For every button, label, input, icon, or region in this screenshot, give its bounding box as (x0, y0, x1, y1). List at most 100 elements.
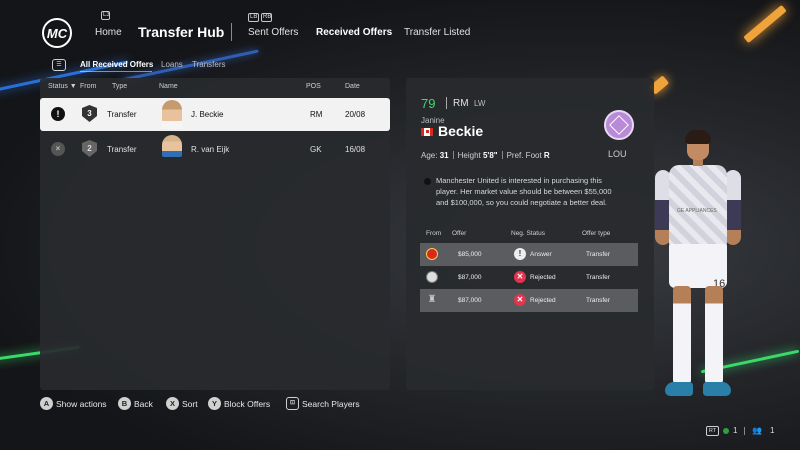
page-title: Transfer Hub (138, 24, 225, 40)
age-label: Age: (421, 151, 438, 160)
received-offers-list: Status ▼ From Type Name POS Date ! 3 Tra… (40, 78, 390, 390)
age-value: 31 (439, 151, 449, 160)
header-name[interactable]: Name (159, 83, 178, 90)
offer-count-badge: 2 (82, 140, 97, 157)
flag-canada-icon (421, 128, 433, 136)
header-date[interactable]: Date (345, 83, 360, 90)
offer-amount: $87,000 (458, 297, 482, 304)
divider (452, 151, 454, 159)
offer-message: Manchester United is interested in purch… (436, 176, 612, 207)
alternate-position: LW (474, 99, 486, 108)
row-date: 16/08 (345, 145, 366, 154)
player-info-line: Age: 31 Height 5'8" Pref. Foot R (421, 151, 550, 160)
online-dot-icon (723, 428, 729, 434)
rejected-status-icon: ✕ (514, 271, 526, 283)
club-code: LOU (608, 149, 627, 159)
filter-button-icon: ☰ (52, 59, 66, 71)
row-pos: RM (310, 110, 323, 119)
row-pos: GK (310, 145, 322, 154)
filter-loans[interactable]: Loans (161, 60, 183, 69)
tab-received-offers[interactable]: Received Offers (316, 27, 392, 38)
l3-button-hint: L3 (101, 11, 110, 20)
a-button-icon: A (40, 397, 53, 410)
offer-count-badge: 3 (82, 105, 97, 122)
player-portrait (162, 100, 182, 129)
player-leg (673, 286, 691, 384)
offer-type: Transfer (586, 251, 610, 258)
jersey-sponsor: GE APPLIANCES (677, 208, 717, 214)
manchester-united-crest-icon (426, 248, 438, 260)
list-header: Status ▼ From Type Name POS Date (40, 78, 390, 96)
header-offer-from: From (426, 230, 442, 237)
row-type: Transfer (107, 145, 137, 154)
rb-button-hint: RB (261, 13, 272, 22)
filter-transfers[interactable]: Transfers (192, 60, 226, 69)
offer-row[interactable]: $87,000 ✕ Rejected Transfer (420, 266, 638, 289)
row-date: 20/08 (345, 110, 366, 119)
status-count: 1 (733, 426, 738, 435)
divider (501, 151, 503, 159)
player-boot (665, 382, 693, 396)
view-button-icon: ⊡ (286, 397, 299, 410)
divider (744, 427, 745, 435)
header-offer-amount: Offer (452, 230, 467, 237)
white-crest-icon (426, 271, 438, 283)
offer-amount: $87,000 (458, 274, 482, 281)
player-jersey (669, 165, 727, 247)
player-portrait (162, 135, 182, 157)
player-leg (705, 286, 723, 384)
filter-all-received-offers[interactable]: All Received Offers (80, 60, 153, 69)
hint-label: Search Players (302, 399, 360, 409)
nav-divider (231, 23, 232, 41)
table-row[interactable]: × 2 Transfer R. van Eijk GK 16/08 (40, 133, 390, 166)
table-row[interactable]: ! 3 Transfer J. Beckie RM 20/08 (40, 98, 390, 131)
tab-transfer-listed[interactable]: Transfer Listed (404, 27, 470, 38)
top-nav: MC L3 Home Transfer Hub LB RB Sent Offer… (0, 0, 800, 60)
answer-status-icon: ! (514, 248, 526, 260)
hint-label: Back (134, 399, 153, 409)
primary-position: RM (453, 98, 469, 109)
nav-home[interactable]: Home (95, 27, 122, 38)
lb-button-hint: LB (248, 13, 259, 22)
header-type[interactable]: Type (112, 83, 127, 90)
player-last-name: Beckie (438, 123, 484, 139)
offer-status: Answer (530, 251, 552, 258)
height-value: 5'8" (482, 151, 498, 160)
offer-amount: $85,000 (458, 251, 482, 258)
club-crest-icon (604, 110, 634, 140)
rejected-status-icon: ✕ (514, 294, 526, 306)
row-type: Transfer (107, 110, 137, 119)
offers-table-header: From Offer Neg. Status Offer type (420, 226, 638, 240)
row-name: J. Beckie (191, 110, 224, 119)
player-detail-panel: 79 RM LW Janine Beckie LOU Age: 31 Height… (406, 78, 654, 390)
alert-status-icon: ! (51, 107, 65, 121)
offer-row[interactable]: $85,000 ! Answer Transfer (420, 243, 638, 266)
header-neg-status: Neg. Status (511, 230, 545, 237)
tab-sent-offers[interactable]: Sent Offers (248, 27, 298, 38)
foot-label: Pref. Foot (506, 151, 542, 160)
foot-value: R (543, 151, 550, 160)
offer-type: Transfer (586, 274, 610, 281)
player-hair (685, 130, 711, 144)
message-bullet-icon (424, 178, 431, 185)
hint-label: Block Offers (224, 399, 271, 409)
row-name: R. van Eijk (191, 145, 230, 154)
offer-status: Rejected (530, 274, 556, 281)
filter-selected-underline (80, 71, 152, 72)
crest-shape (609, 115, 629, 135)
people-count: 1 (770, 426, 775, 435)
player-arm (725, 170, 741, 245)
offer-row[interactable]: ♜ $87,000 ✕ Rejected Transfer (420, 289, 638, 312)
offer-status: Rejected (530, 297, 556, 304)
liverpool-crest-icon: ♜ (427, 294, 437, 305)
divider (446, 97, 447, 109)
overall-rating: 79 (421, 96, 436, 111)
player-boot (703, 382, 731, 396)
header-pos[interactable]: POS (306, 83, 321, 90)
closed-status-icon: × (51, 142, 65, 156)
header-status[interactable]: Status ▼ (48, 83, 77, 90)
header-from[interactable]: From (80, 83, 96, 90)
y-button-icon: Y (208, 397, 221, 410)
header-offer-type: Offer type (582, 230, 611, 237)
hint-label: Sort (182, 399, 198, 409)
